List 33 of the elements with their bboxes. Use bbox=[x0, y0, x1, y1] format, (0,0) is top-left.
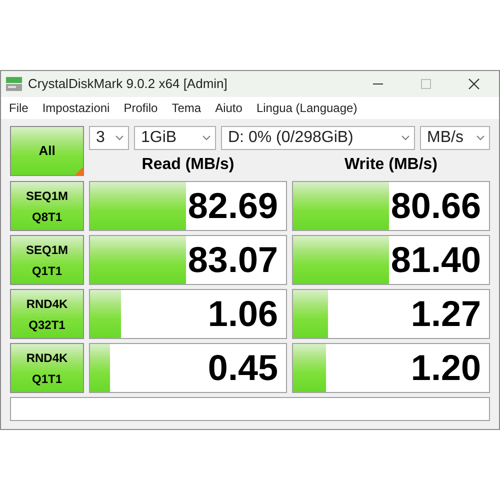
result-value: 1.20 bbox=[410, 350, 481, 386]
dropdown[interactable]: MB/s bbox=[420, 126, 490, 150]
dropdown[interactable]: 1GiB bbox=[134, 126, 216, 150]
dropdown[interactable]: D: 0% (0/298GiB) bbox=[221, 126, 415, 150]
test-button[interactable]: SEQ1M Q8T1 bbox=[10, 181, 84, 231]
all-button[interactable]: All bbox=[10, 126, 84, 176]
result-value: 0.45 bbox=[208, 350, 278, 386]
menu-item[interactable]: Lingua (Language) bbox=[256, 99, 358, 117]
result-value: 1.06 bbox=[208, 296, 278, 332]
result-value: 1.27 bbox=[410, 296, 481, 332]
menu-item[interactable]: Tema bbox=[172, 99, 202, 117]
corner-triangle-icon bbox=[75, 167, 83, 175]
chevron-down-icon bbox=[202, 135, 211, 141]
disk-icon bbox=[6, 76, 22, 92]
test-button[interactable]: RND4K Q32T1 bbox=[10, 289, 84, 339]
chevron-down-icon bbox=[115, 135, 124, 141]
result-value: 81.40 bbox=[390, 242, 481, 278]
result-value: 83.07 bbox=[188, 242, 278, 278]
test-button[interactable]: RND4K Q1T1 bbox=[10, 343, 84, 393]
column-header: Write (MB/s) bbox=[343, 155, 439, 175]
chevron-down-icon bbox=[476, 135, 485, 141]
close-icon[interactable] bbox=[468, 78, 480, 90]
result-value: 82.69 bbox=[188, 188, 278, 224]
menu-item[interactable]: Impostazioni bbox=[42, 99, 110, 117]
chevron-down-icon bbox=[401, 135, 410, 141]
column-header: Read (MB/s) bbox=[140, 155, 236, 175]
result-value: 80.66 bbox=[390, 188, 481, 224]
test-button[interactable]: SEQ1M Q1T1 bbox=[10, 235, 84, 285]
menu-item[interactable]: File bbox=[9, 99, 28, 117]
dropdown[interactable]: 3 bbox=[89, 126, 129, 150]
window-title: CrystalDiskMark 9.0.2 x64 [Admin] bbox=[28, 75, 228, 94]
menu-item[interactable]: Aiuto bbox=[215, 99, 242, 117]
menu-item[interactable]: Profilo bbox=[124, 99, 158, 117]
